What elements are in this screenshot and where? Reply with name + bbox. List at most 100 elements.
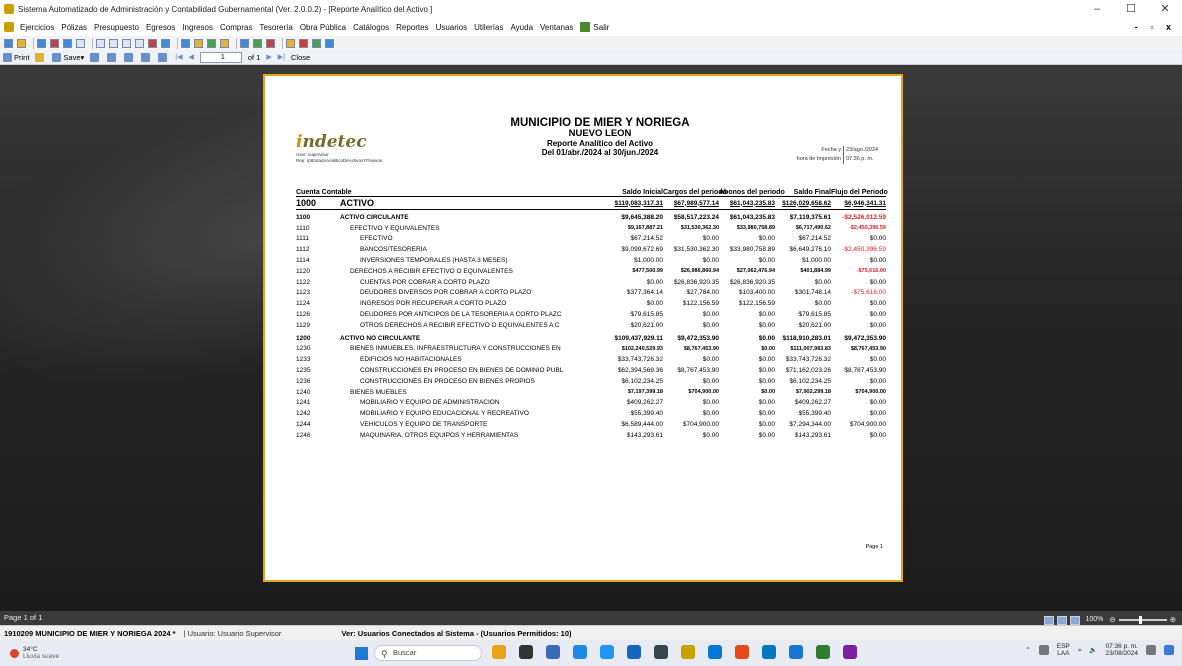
last-page-button[interactable]: ▶| xyxy=(278,53,285,61)
first-page-button[interactable]: |◀ xyxy=(175,53,182,61)
menu-ventanas[interactable]: Ventanas xyxy=(540,23,573,32)
heart-icon[interactable] xyxy=(299,38,308,48)
taskbar-app-icon[interactable] xyxy=(519,645,533,659)
minimize-button[interactable]: – xyxy=(1080,0,1114,18)
account-code: 1114 xyxy=(296,257,310,265)
budget-icon[interactable] xyxy=(63,38,72,48)
clock[interactable]: 07:36 p. m. 23/08/2024 xyxy=(1105,643,1138,657)
system-menu-icon[interactable] xyxy=(4,22,14,32)
copilot-icon[interactable] xyxy=(1164,645,1174,655)
form-icon[interactable] xyxy=(109,38,118,48)
globe-icon[interactable] xyxy=(161,38,170,48)
menu-usuarios[interactable]: Usuarios xyxy=(436,23,468,32)
menu-utilerias[interactable]: Utilerías xyxy=(474,23,503,32)
policy-icon[interactable] xyxy=(50,38,59,48)
weather-widget[interactable]: 34°C Lluvia suave xyxy=(10,646,90,660)
report-canvas[interactable]: indetec User: supervisor Rep: rptEstadoA… xyxy=(0,65,1182,611)
open-button[interactable] xyxy=(35,52,46,62)
page-number-input[interactable]: 1 xyxy=(199,51,242,63)
taskbar-app-icon[interactable] xyxy=(573,645,587,659)
taskbar-search[interactable]: ⚲ Buscar xyxy=(374,645,482,661)
menu-obra-publica[interactable]: Obra Pública xyxy=(300,23,346,32)
zoom-slider-thumb[interactable] xyxy=(1138,616,1142,624)
menu-compras[interactable]: Compras xyxy=(220,23,252,32)
form-icon[interactable] xyxy=(96,38,105,48)
language-indicator[interactable]: ESP LAA xyxy=(1057,643,1070,657)
refresh-icon[interactable] xyxy=(4,38,13,48)
document-icon[interactable] xyxy=(37,38,46,48)
next-page-button[interactable]: ▶ xyxy=(266,53,271,61)
volume-icon[interactable]: 🔈 xyxy=(1089,646,1097,654)
user-icon[interactable] xyxy=(266,38,275,48)
hora-label: hora de Impresión xyxy=(796,156,841,162)
two-page-icon[interactable] xyxy=(1056,615,1067,625)
menu-reportes[interactable]: Reportes xyxy=(396,23,428,32)
menu-ingresos[interactable]: Ingresos xyxy=(182,23,213,32)
table-row: 1000 ACTIVO $119,083,317.31 $67,989,577.14 $… xyxy=(296,197,886,210)
export-icon[interactable] xyxy=(312,38,321,48)
status-connected-users[interactable]: Ver: Usuarios Conectados al Sistema - (U… xyxy=(341,629,571,638)
taskbar-app-icon[interactable] xyxy=(762,645,776,659)
menu-polizas[interactable]: Pólizas xyxy=(61,23,87,32)
taskbar-app-icon[interactable] xyxy=(546,645,560,659)
taskbar-app-icon[interactable] xyxy=(654,645,668,659)
print-button[interactable]: Print xyxy=(3,52,29,62)
taskbar-app-icon[interactable] xyxy=(681,645,695,659)
menu-ayuda[interactable]: Ayuda xyxy=(510,23,533,32)
help-icon[interactable] xyxy=(325,38,334,48)
taskbar-app-icon[interactable] xyxy=(789,645,803,659)
menu-presupuesto[interactable]: Presupuesto xyxy=(94,23,139,32)
email-button[interactable] xyxy=(90,52,101,62)
windows-start-icon[interactable] xyxy=(355,647,368,660)
saldo-final-cell: $6,102,234.25 xyxy=(789,377,831,385)
menu-catalogos[interactable]: Catálogos xyxy=(353,23,389,32)
taskbar-app-icon[interactable] xyxy=(627,645,641,659)
taskbar-app-icon[interactable] xyxy=(816,645,830,659)
close-button[interactable]: ✕ xyxy=(1148,0,1182,18)
saldo-final-cell: $401,884.99 xyxy=(800,268,831,275)
menu-tesoreria[interactable]: Tesorería xyxy=(259,23,292,32)
taskbar-app-icon[interactable] xyxy=(600,645,614,659)
find-button[interactable] xyxy=(107,52,118,62)
taskbar-app-icon[interactable] xyxy=(492,645,506,659)
save-button[interactable]: Save ▾ xyxy=(52,52,84,62)
single-page-icon[interactable] xyxy=(1043,615,1054,625)
menu-ejercicios[interactable]: Ejercicios xyxy=(20,23,54,32)
saldo-inicial-cell: $55,399.40 xyxy=(630,410,663,418)
close-report-button[interactable]: Close xyxy=(291,53,310,62)
cargos-cell: $0.00 xyxy=(702,410,719,418)
zoom-slider[interactable] xyxy=(1118,616,1167,624)
thumbnails-button[interactable] xyxy=(124,52,135,62)
multi-page-icon[interactable] xyxy=(1069,615,1080,625)
cloud-icon[interactable] xyxy=(1038,645,1049,655)
cargos-cell: $58,517,223.24 xyxy=(673,213,719,221)
list-icon[interactable] xyxy=(76,38,85,48)
chevron-up-icon[interactable]: ⌃ xyxy=(1025,646,1030,654)
table-row: 1240 BIENES MUEBLES $7,197,399.18 $704,900.… xyxy=(296,387,886,398)
edit-icon[interactable] xyxy=(194,38,203,48)
page-setup-button[interactable] xyxy=(141,52,152,62)
alert-icon[interactable] xyxy=(148,38,157,48)
fit-button[interactable] xyxy=(158,52,169,62)
taskbar-app-icon[interactable] xyxy=(708,645,722,659)
taskbar-app-icon[interactable] xyxy=(735,645,749,659)
tools-icon[interactable] xyxy=(253,38,262,48)
mdi-window-controls[interactable]: - ▫ x xyxy=(1135,18,1176,36)
notification-icon[interactable] xyxy=(1146,645,1156,655)
form-icon[interactable] xyxy=(135,38,144,48)
account-code: 1233 xyxy=(296,356,311,364)
flujo-cell: -$75,616.00 xyxy=(851,289,886,297)
chart-icon[interactable] xyxy=(207,38,216,48)
star-icon[interactable] xyxy=(220,38,229,48)
folder-icon[interactable] xyxy=(17,38,26,48)
key-icon[interactable] xyxy=(286,38,295,48)
book-icon[interactable] xyxy=(181,38,190,48)
wifi-icon[interactable]: ≈ xyxy=(1078,647,1082,654)
maximize-button[interactable]: ☐ xyxy=(1114,0,1148,18)
menu-salir[interactable]: Salir xyxy=(593,23,609,32)
taskbar-app-icon[interactable] xyxy=(843,645,857,659)
calendar-icon[interactable] xyxy=(240,38,249,48)
prev-page-button[interactable]: ◀ xyxy=(189,53,194,61)
form-icon[interactable] xyxy=(122,38,131,48)
menu-egresos[interactable]: Egresos xyxy=(146,23,175,32)
